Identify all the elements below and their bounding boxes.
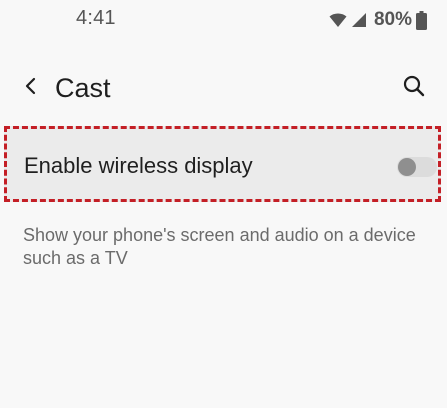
search-button[interactable] — [397, 71, 431, 105]
back-button[interactable] — [15, 72, 47, 104]
setting-label: Enable wireless display — [24, 153, 253, 178]
page-title: Cast — [55, 73, 111, 103]
wireless-display-setting-row[interactable]: Enable wireless display — [4, 126, 441, 202]
battery-icon — [416, 10, 427, 30]
wireless-display-toggle[interactable] — [397, 157, 437, 177]
battery-percent: 80% — [373, 9, 412, 30]
status-time: 4:41 — [76, 7, 116, 29]
status-icons: 80% — [329, 8, 427, 32]
wifi-icon — [329, 12, 347, 28]
toggle-thumb — [398, 158, 416, 176]
app-bar: Cast — [0, 60, 447, 118]
setting-description: Show your phone's screen and audio on a … — [23, 225, 416, 268]
status-bar: 4:41 80% — [0, 0, 447, 40]
chevron-left-icon — [24, 77, 38, 100]
search-icon — [403, 75, 425, 102]
cellular-signal-icon — [351, 12, 367, 28]
